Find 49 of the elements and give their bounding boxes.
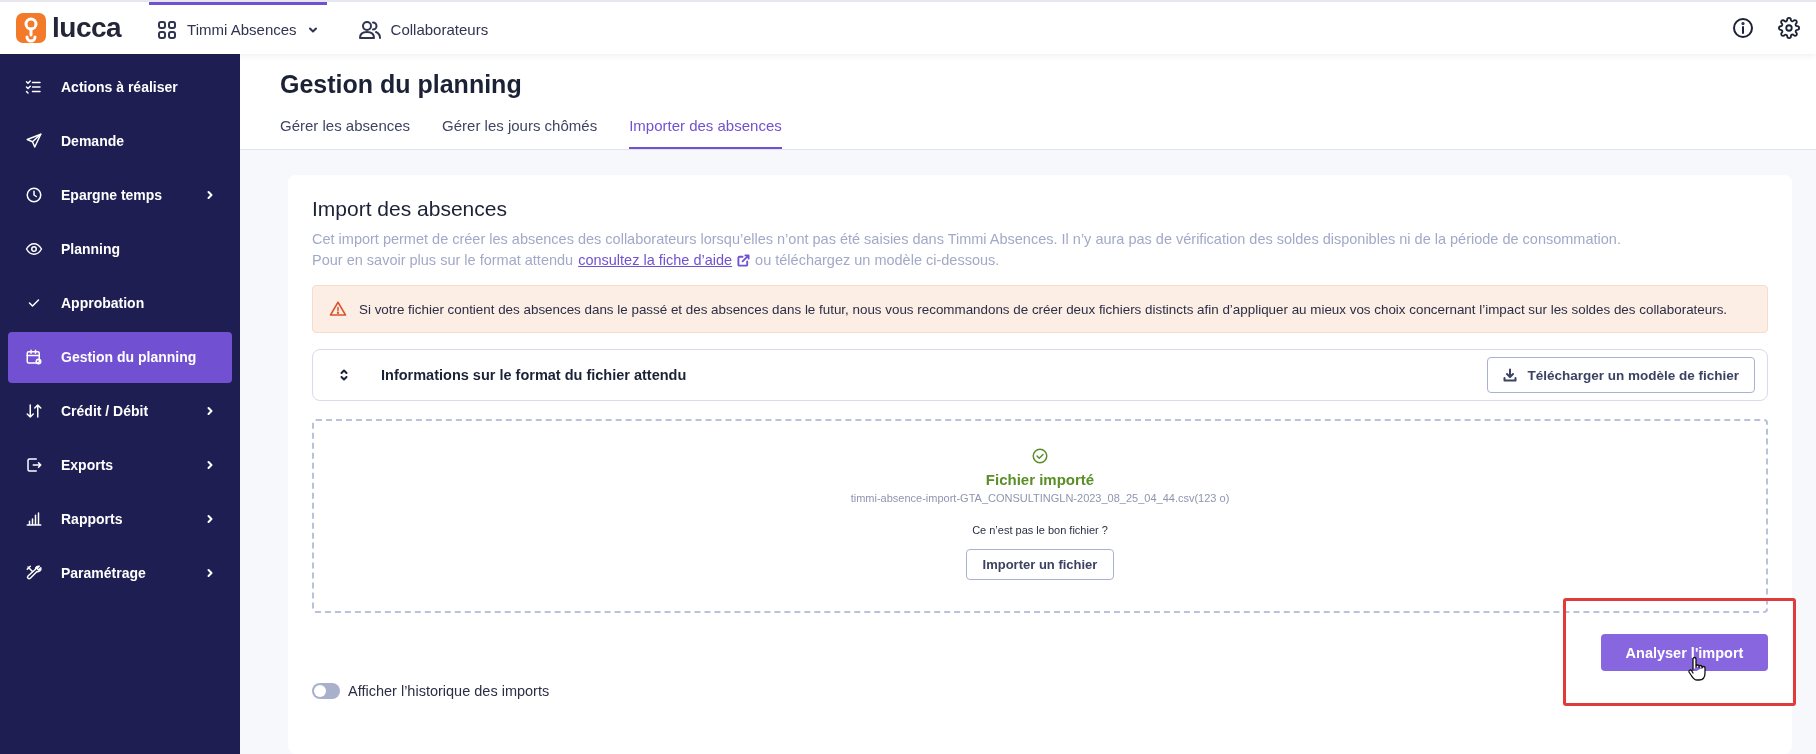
up-down-arrows-icon — [25, 402, 43, 420]
history-toggle[interactable] — [312, 683, 340, 699]
people-link[interactable]: Collaborateurs — [350, 2, 497, 54]
checklist-icon — [25, 78, 43, 96]
history-toggle-label: Afficher l’historique des imports — [348, 683, 550, 699]
help-link[interactable]: consultez la fiche d’aide — [578, 250, 733, 271]
tab[interactable]: Importer des absences — [629, 117, 782, 149]
paper-plane-icon — [25, 132, 43, 150]
warning-icon — [329, 300, 347, 318]
analyze-import-button[interactable]: Analyser l'import — [1601, 634, 1768, 671]
format-info-toggle[interactable]: Informations sur le format du fichier attendu — [337, 367, 687, 383]
clock-icon — [25, 186, 43, 204]
eye-icon — [25, 240, 43, 258]
sidebar-item[interactable]: Actions à réaliser — [8, 61, 232, 113]
sidebar-item[interactable]: Epargne temps — [8, 169, 232, 221]
settings-icon[interactable] — [1778, 17, 1800, 39]
download-icon — [1503, 368, 1518, 382]
sidebar-item[interactable]: Crédit / Débit — [8, 385, 232, 437]
download-template-button[interactable]: Télécharger un modèle de fichier — [1487, 357, 1755, 393]
wrong-file-question: Ce n’est pas le bon fichier ? — [972, 524, 1108, 536]
external-link-icon — [737, 254, 751, 267]
description-text: Cet import permet de créer les absences des collaborateurs lorsqu’elles n’ont pas été saisies dans Timmi Absences. Il n’y aura pas de vérification des soldes disponibles ni de la période de consommation. — [312, 230, 1622, 249]
import-file-button[interactable]: Importer un fichier — [965, 549, 1115, 580]
warning-text: Si votre fichier contient des absences dans le passé et des absences dans le futur, nous vous recommandons de créer deux fichiers distincts afin d’appliquer au mieux vos choix concernant l’impact sur les soldes des collaborateurs. — [359, 301, 1728, 317]
info-icon[interactable] — [1732, 17, 1754, 39]
help-text: ou téléchargez un modèle ci-dessous. — [755, 251, 1000, 270]
door-arrow-icon — [25, 456, 43, 474]
sidebar-item[interactable]: Gestion du planning — [8, 331, 232, 383]
card-title: Import des absences — [312, 197, 508, 221]
import-status: Fichier importé — [985, 471, 1095, 488]
sidebar-item[interactable]: Rapports — [8, 493, 232, 545]
help-text: Pour en savoir plus sur le format attendu — [312, 251, 574, 270]
page-title: Gestion du planning — [280, 70, 523, 99]
bar-chart-icon — [25, 510, 43, 528]
sidebar-item[interactable]: Paramétrage — [8, 547, 232, 599]
logo-icon — [16, 13, 46, 43]
logo-wordmark: lucca — [52, 12, 122, 44]
file-name: timmi-absence-import-GTA_CONSULTINGLN-2023_08_25_04_44.csv(123 o) — [850, 492, 1230, 504]
people-icon — [358, 19, 381, 40]
apps-grid-icon — [157, 19, 178, 40]
tab[interactable]: Gérer les jours chômés — [442, 117, 598, 149]
sidebar-item[interactable]: Approbation — [8, 277, 232, 329]
sidebar-item[interactable]: Demande — [8, 115, 232, 167]
sidebar-item[interactable]: Planning — [8, 223, 232, 275]
calendar-icon — [25, 348, 43, 366]
tab[interactable]: Gérer les absences — [280, 117, 411, 149]
sidebar-item[interactable]: Exports — [8, 439, 232, 491]
check-circle-icon — [1031, 447, 1049, 465]
tools-icon — [25, 564, 43, 582]
